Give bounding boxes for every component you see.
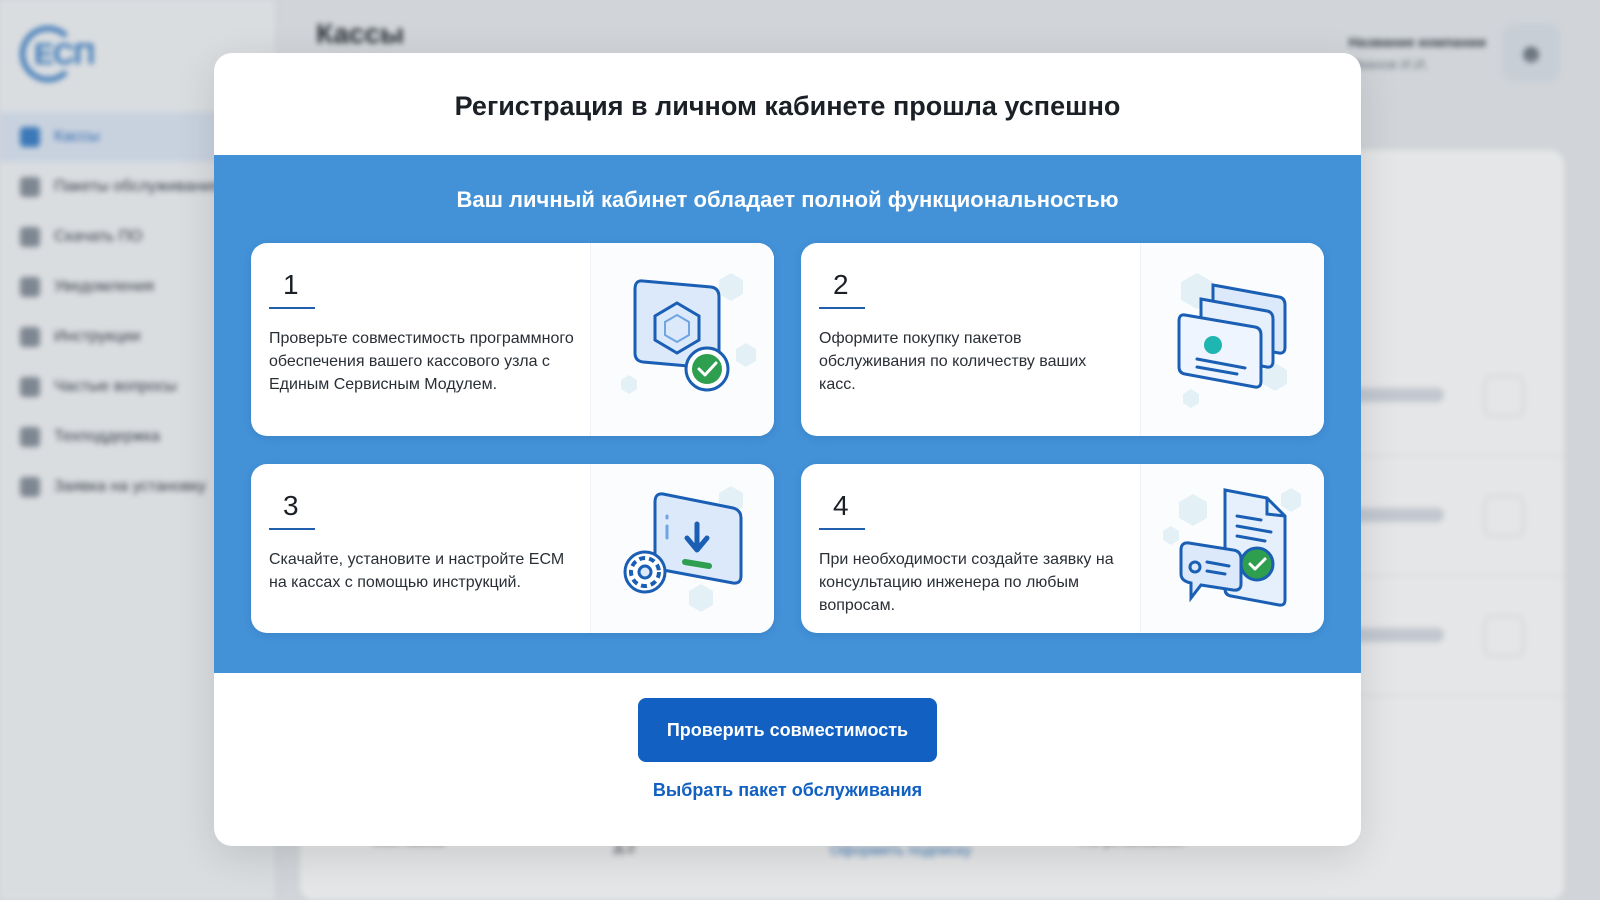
step-text: Оформите покупку пакетов обслуживания по… (819, 330, 1087, 393)
consultation-request-icon (1140, 464, 1324, 633)
registration-success-modal: Регистрация в личном кабинете прошла усп… (214, 53, 1361, 846)
panel-subtitle: Ваш личный кабинет обладает полной функц… (456, 187, 1119, 212)
steps-panel: Ваш личный кабинет обладает полной функц… (214, 155, 1361, 673)
step-text: При необходимости создайте заявку на кон… (819, 551, 1114, 614)
step-number: 3 (269, 490, 315, 530)
compatibility-check-icon (590, 243, 774, 436)
choose-package-link[interactable]: Выбрать пакет обслуживания (214, 780, 1361, 801)
step-number: 4 (819, 490, 865, 530)
step-card-3: 3 Скачайте, установите и настройте ЕСМ н… (251, 464, 774, 633)
step-number: 2 (819, 269, 865, 309)
service-packages-icon (1140, 243, 1324, 436)
step-text: Скачайте, установите и настройте ЕСМ на … (269, 551, 565, 591)
step-number: 1 (269, 269, 315, 309)
step-card-4: 4 При необходимости создайте заявку на к… (801, 464, 1324, 633)
step-card-1: 1 Проверьте совместимость программного о… (251, 243, 774, 436)
modal-title: Регистрация в личном кабинете прошла усп… (454, 91, 1121, 121)
download-install-icon (590, 464, 774, 633)
step-text: Проверьте совместимость программного обе… (269, 330, 574, 393)
check-compatibility-button[interactable]: Проверить совместимость (638, 698, 937, 762)
step-card-2: 2 Оформите покупку пакетов обслуживания … (801, 243, 1324, 436)
